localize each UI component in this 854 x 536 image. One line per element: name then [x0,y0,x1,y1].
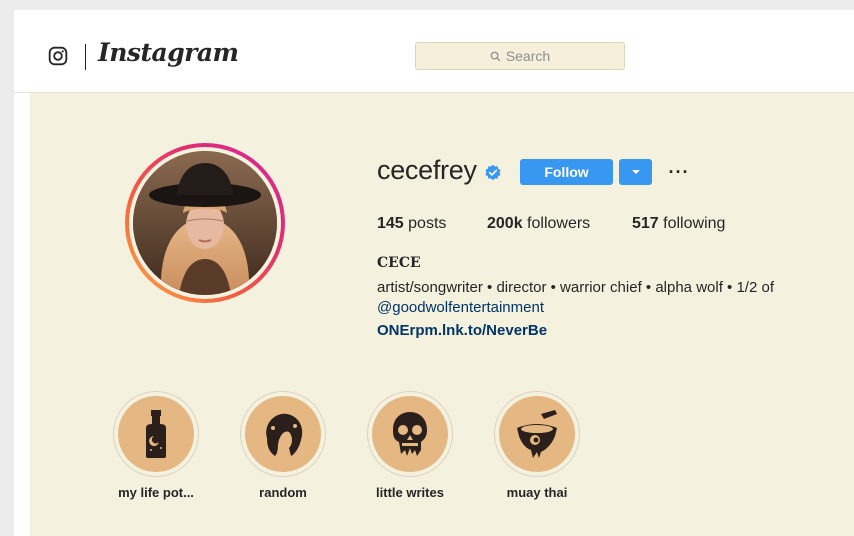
potion-bottle-icon [146,410,166,458]
story-highlight[interactable]: muay thai [477,391,597,500]
instagram-wordmark[interactable]: Instagram [98,38,239,67]
highlight-label: random [259,485,307,500]
logo-divider [85,44,86,70]
highlight-label: my life pot... [118,485,194,500]
story-highlight[interactable]: little writes [350,391,470,500]
caret-down-icon [631,170,640,174]
bowl-icon [517,410,557,458]
verified-badge-icon [485,164,501,181]
profile-username: cecefrey [377,155,477,185]
highlight-cover [372,396,448,472]
suggested-accounts-dropdown-button[interactable] [619,159,652,185]
search-icon [490,51,501,61]
bio-external-link[interactable]: ONErpm.lnk.to/NeverBe [377,322,547,339]
posts-count: 145 [377,215,404,232]
profile-main: cecefrey Follow ··· 145 posts 200k follo… [30,93,854,536]
instagram-glyph-icon[interactable] [48,46,68,66]
avatar-story-ring[interactable] [125,143,285,303]
search-input[interactable]: Search [415,42,625,70]
avatar-portrait-image [133,151,277,295]
profile-bio: artist/songwriter • director • warrior c… [377,279,774,296]
profile-full-name: CECE [377,255,421,271]
skull-icon [393,412,427,456]
follow-button[interactable]: Follow [520,159,613,185]
posts-stat: 145 posts [377,215,446,233]
followers-stat[interactable]: 200k followers [487,215,590,233]
hair-face-icon [266,413,303,456]
posts-label: posts [408,215,447,232]
following-count: 517 [632,215,659,232]
highlight-label: muay thai [506,485,568,500]
highlight-ring [494,391,580,477]
highlight-label: little writes [376,485,444,500]
top-navigation-bar: Instagram Search [14,10,854,93]
browser-window: Instagram Search cecefrey Follow ··· 145… [14,10,854,536]
highlight-ring [367,391,453,477]
following-label: following [663,215,726,232]
more-options-button[interactable]: ··· [667,159,691,185]
highlight-ring [113,391,199,477]
story-highlight[interactable]: random [223,391,343,500]
avatar-ring-gap [129,147,281,299]
avatar [133,151,277,295]
highlight-cover [245,396,321,472]
search-placeholder: Search [505,48,551,64]
highlight-cover [118,396,194,472]
following-stat[interactable]: 517 following [632,215,725,233]
story-highlight[interactable]: my life pot... [96,391,216,500]
followers-count: 200k [487,215,523,232]
highlight-cover [499,396,575,472]
followers-label: followers [527,215,591,232]
highlight-ring [240,391,326,477]
bio-mention-link[interactable]: @goodwolfentertainment [377,299,544,316]
